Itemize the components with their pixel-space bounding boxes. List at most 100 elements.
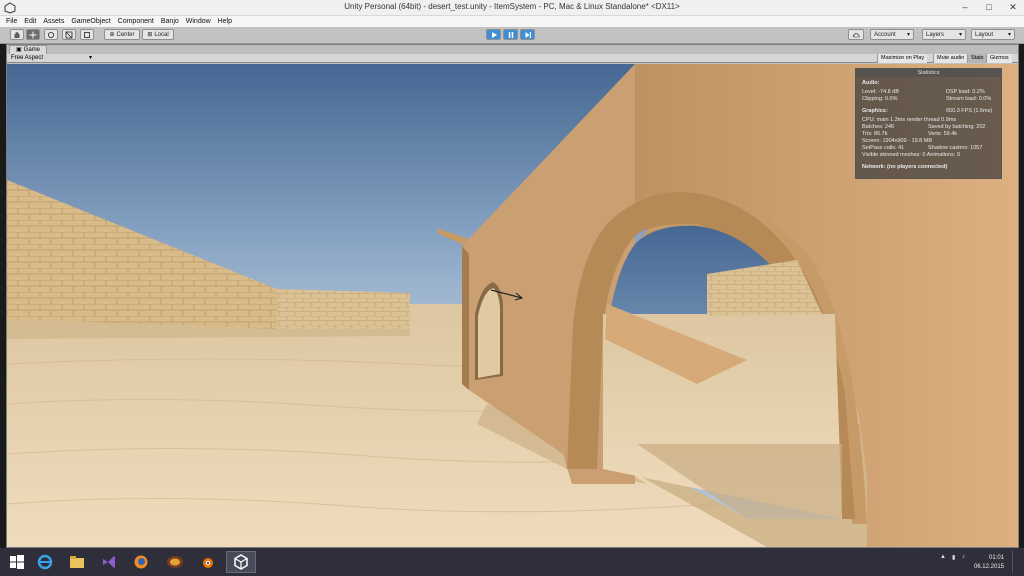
layers-chevron-down-icon: ▾ [958,32,962,38]
game-tab[interactable]: ▣ Game [9,45,48,54]
center-icon: ⊕ [109,32,115,38]
verts-readout: Verts: 59.4k [928,131,958,137]
menu-component[interactable]: Component [118,18,154,25]
game-app-icon [167,556,183,568]
mute-audio-toggle[interactable]: Mute audio [933,54,968,63]
maximize-on-play-toggle[interactable]: Maximize on Play [877,54,928,63]
hand-tool-button[interactable] [10,29,24,40]
account-chevron-down-icon: ▾ [906,32,910,38]
menu-help[interactable]: Help [218,18,232,25]
pause-button[interactable] [503,29,518,40]
show-desktop-button[interactable] [1012,551,1020,573]
local-label: Local [154,31,169,38]
skinned-meshes-readout: Visible skinned meshes: 0 Animations: 0 [862,152,961,158]
aspect-chevron-down-icon: ▾ [88,55,92,61]
back-brick-wall [277,289,410,329]
stream-load: Stream load: 0.0% [946,96,992,102]
play-button[interactable] [486,29,501,40]
stats-toggle[interactable]: Stats [967,54,987,63]
audio-clipping: Clipping: 0.0% [862,96,898,102]
pause-icon [508,31,513,38]
windows-logo-icon [10,555,24,569]
tray-chevron-icon[interactable]: ▲ [940,554,946,560]
scale-tool-button[interactable] [62,29,76,40]
step-button[interactable] [520,29,535,40]
taskbar-clock[interactable]: 01:01 06.12.2015 [974,554,1004,572]
dsp-load: DSP load: 0.2% [946,89,985,95]
cloud-icon [852,32,860,37]
play-icon [491,31,497,38]
menu-file[interactable]: File [6,18,17,25]
taskbar-game-app[interactable] [162,551,188,573]
shadow-casters-readout: Shadow casters: 1057 [928,145,983,151]
rect-tool-button[interactable] [80,29,94,40]
close-button[interactable]: ✕ [1006,1,1020,14]
folder-icon [70,556,84,568]
layout-chevron-down-icon: ▾ [1007,32,1011,38]
move-icon [29,31,37,38]
graphics-header: Graphics: [862,108,888,114]
main-toolbar: ⊕ Center ⊞ Local Account ▾ Layers ▾ Layo… [0,27,1024,44]
taskbar-visual-studio[interactable] [96,551,122,573]
rotate-tool-button[interactable] [44,29,58,40]
batches-readout: Batches: 246 [862,124,895,130]
aspect-dropdown[interactable]: Free Aspect ▾ [9,54,94,63]
window-title: Unity Personal (64bit) - desert_test.uni… [344,2,680,11]
saved-batching-readout: Saved by batching: 202 [928,124,986,130]
rect-icon [84,31,90,38]
visual-studio-icon [103,556,115,568]
minimize-button[interactable]: – [958,1,972,14]
menu-window[interactable]: Window [186,18,211,25]
menu-banjo[interactable]: Banjo [161,18,179,25]
menu-gameobject[interactable]: GameObject [71,18,110,25]
menu-bar: File Edit Assets GameObject Component Ba… [0,16,1024,27]
firefox-icon [134,555,148,569]
center-label: Center [116,31,135,38]
cpu-readout: CPU: main 1.3ms render thread 0.9ms [862,117,957,123]
game-tab-label: Game [23,47,41,53]
layout-label: Layout [975,31,994,38]
network-readout: Network: (no players connected) [862,164,948,170]
tray-network-icon[interactable]: ▮ [952,554,955,561]
scale-icon [65,31,73,38]
tray-volume-icon[interactable]: ♪ [962,554,965,560]
pivot-center-button[interactable]: ⊕ Center [104,29,140,40]
taskbar-file-explorer[interactable] [64,551,90,573]
windows-taskbar: ▲ ▮ ♪ 01:01 06.12.2015 [0,548,1024,576]
game-tab-row: ▣ Game [7,45,1018,54]
unity-icon [234,554,248,570]
taskbar-internet-explorer[interactable] [32,551,58,573]
game-tab-icon: ▣ [16,47,22,53]
game-viewport[interactable]: Statistics Audio: Level: -74.8 dB DSP lo… [7,64,1018,547]
account-label: Account [874,31,896,38]
setpass-readout: SetPass calls: 41 [862,145,905,151]
blender-icon [203,558,213,568]
layout-dropdown[interactable]: Layout ▾ [971,29,1015,40]
statistics-overlay: Statistics Audio: Level: -74.8 dB DSP lo… [855,68,1002,179]
internet-explorer-icon [37,554,53,570]
fps-readout: 650.3 FPS (1.5ms) [946,108,993,114]
layers-dropdown[interactable]: Layers ▾ [922,29,966,40]
maximize-button[interactable]: □ [982,1,996,14]
layers-label: Layers [926,31,945,38]
clock-time: 01:01 [988,555,1004,561]
step-icon [525,31,531,38]
screen-readout: Screen: 1904x909 - 19.8 MB [862,138,933,144]
menu-edit[interactable]: Edit [24,18,36,25]
move-tool-button[interactable] [26,29,40,40]
taskbar-firefox[interactable] [128,551,154,573]
start-button[interactable] [4,551,30,573]
taskbar-blender[interactable] [194,551,220,573]
account-dropdown[interactable]: Account ▾ [870,29,914,40]
clock-date: 06.12.2015 [973,564,1004,570]
gizmos-dropdown[interactable]: Gizmos [986,54,1012,63]
rotate-icon [48,31,54,38]
menu-assets[interactable]: Assets [43,18,64,25]
cloud-button[interactable] [848,29,864,40]
taskbar-unity[interactable] [226,551,256,573]
local-icon: ⊞ [147,32,153,38]
game-panel: ▣ Game Free Aspect ▾ Maximize on Play Mut… [6,44,1019,548]
pivot-local-button[interactable]: ⊞ Local [142,29,174,40]
hand-icon [14,31,20,38]
window-titlebar: Unity Personal (64bit) - desert_test.uni… [0,0,1024,16]
